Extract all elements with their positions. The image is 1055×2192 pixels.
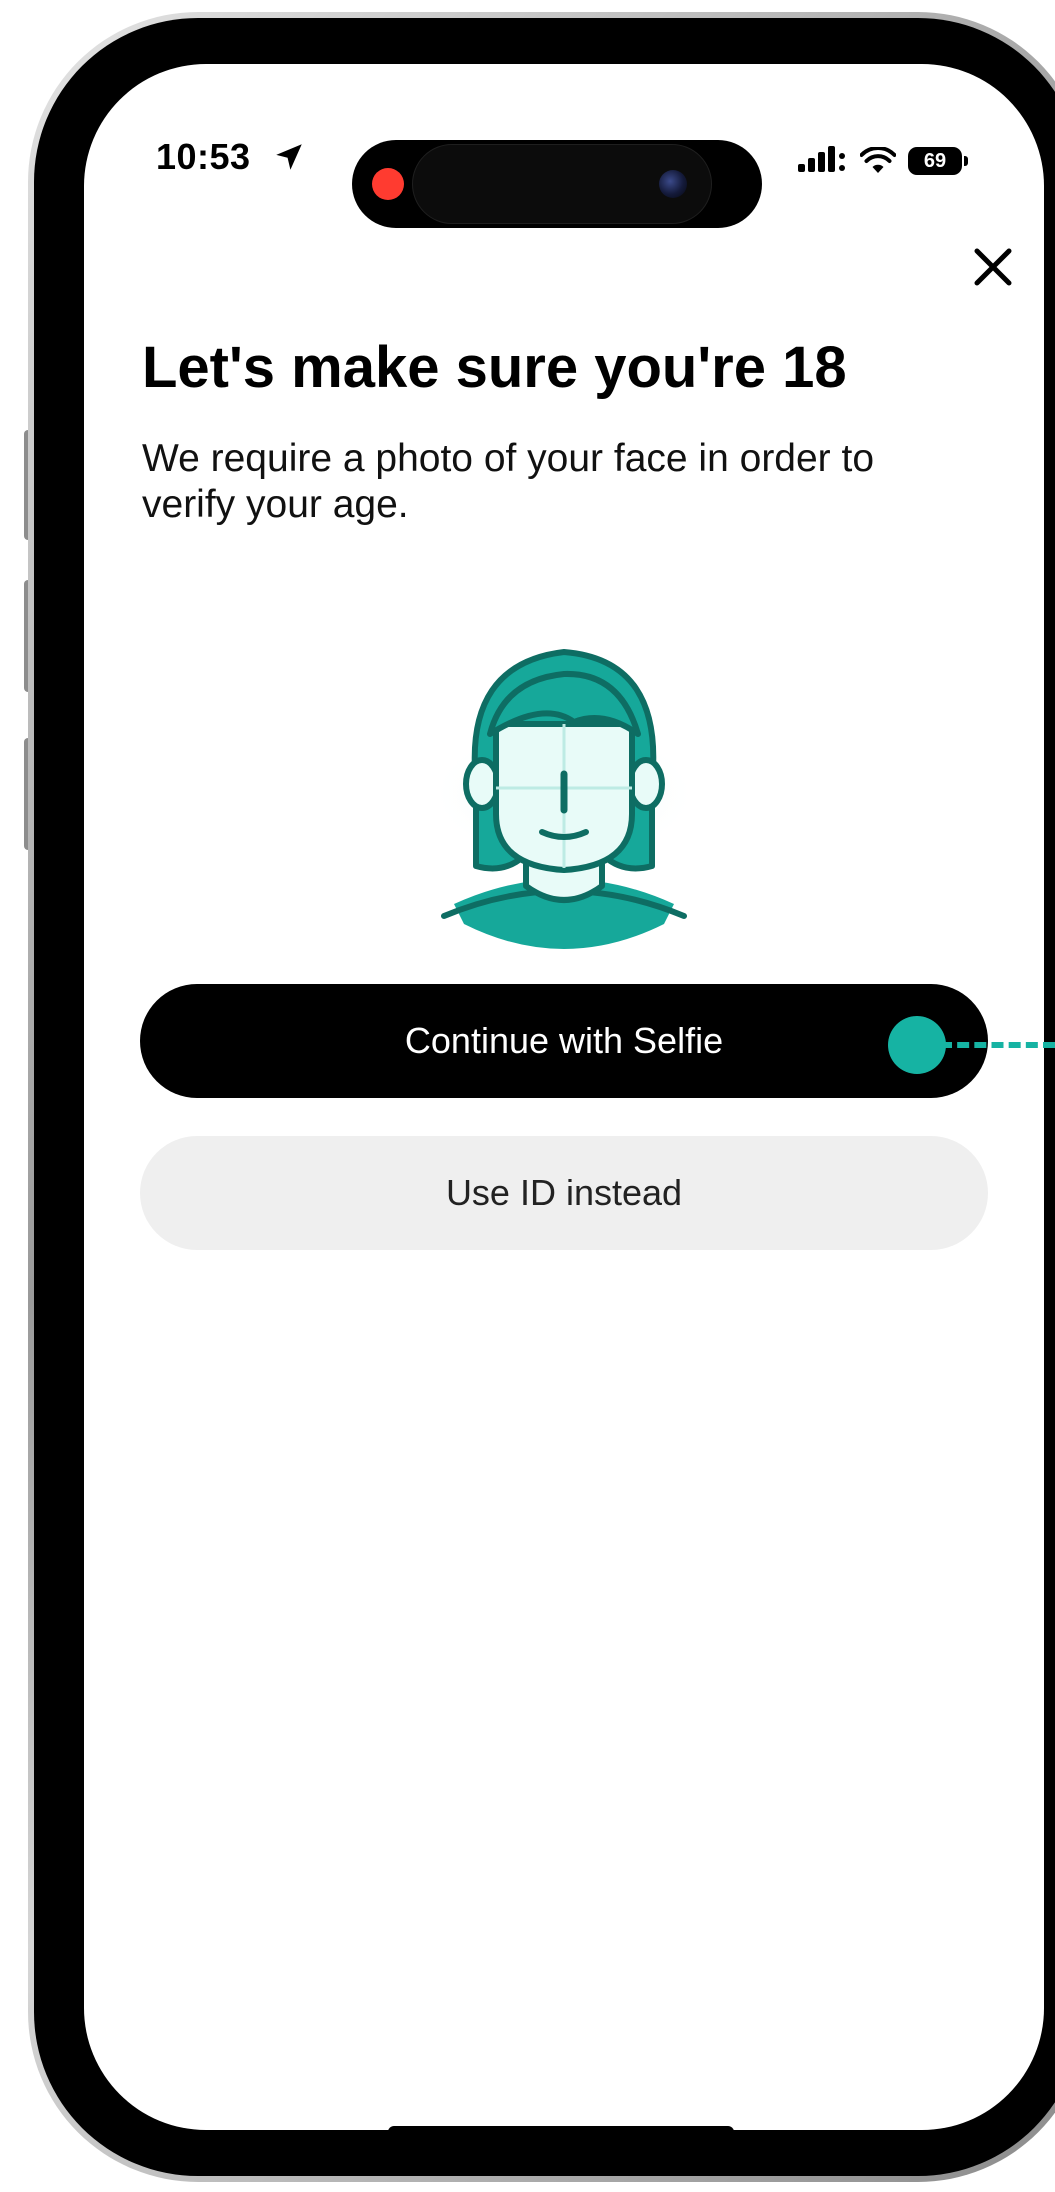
phone-frame: 10:53 69 Let's make sure you're 18 We re… [28,12,1055,2182]
front-camera-icon [659,170,687,198]
phone-screen: 10:53 69 Let's make sure you're 18 We re… [84,64,1044,2130]
phone-bezel: 10:53 69 Let's make sure you're 18 We re… [34,18,1055,2176]
wifi-icon [860,147,896,173]
annotation-pointer-dot [888,1016,946,1074]
cellular-signal-icon [798,146,845,172]
page-subtitle: We require a photo of your face in order… [142,437,875,526]
battery-icon: 69 [908,147,968,175]
continue-with-selfie-button[interactable]: Continue with Selfie [140,984,988,1098]
location-arrow-icon [276,144,302,170]
close-icon [974,248,1012,286]
recording-indicator-icon [372,168,404,200]
close-button[interactable] [958,232,1028,302]
dynamic-island [352,140,762,228]
page-title: Let's make sure you're 18 [142,335,847,400]
screenshot-stage: 10:53 69 Let's make sure you're 18 We re… [0,0,1055,2192]
annotation-pointer-line [940,1042,1055,1048]
home-indicator[interactable] [388,2126,734,2130]
status-time: 10:53 [156,136,251,177]
status-indicators: 69 [796,144,968,178]
selfie-face-icon [429,649,699,949]
use-id-instead-button[interactable]: Use ID instead [140,1136,988,1250]
